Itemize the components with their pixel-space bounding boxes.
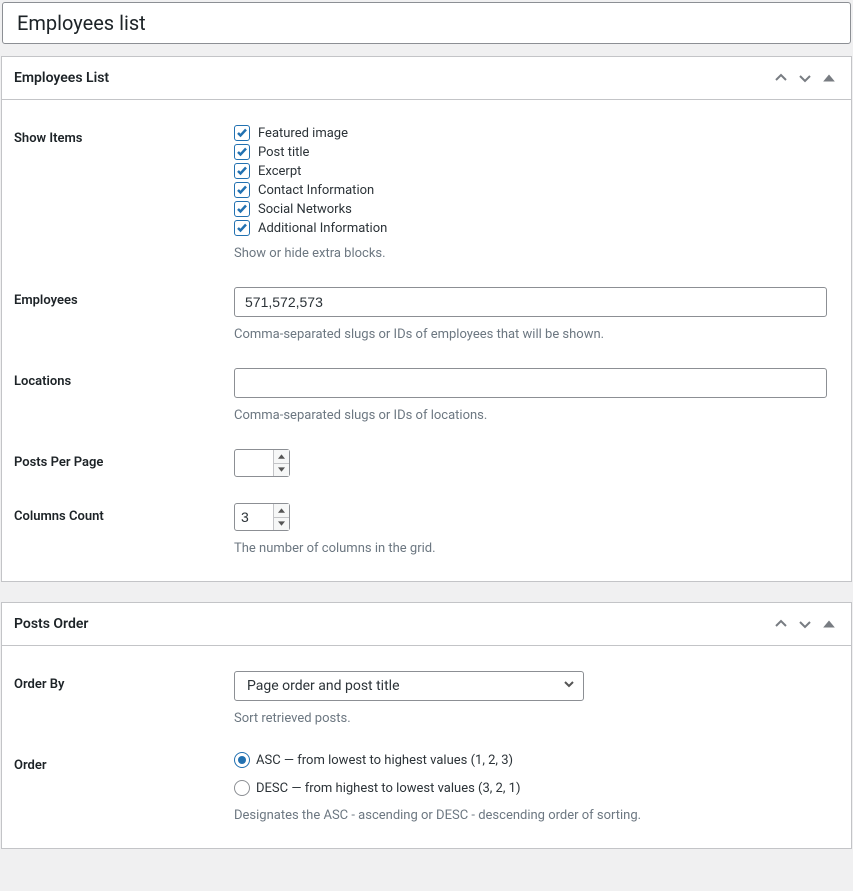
help-text: Comma-separated slugs or IDs of location… <box>234 408 827 423</box>
posts-per-page-input[interactable] <box>235 450 273 476</box>
move-up-icon[interactable] <box>771 614 791 634</box>
page-title-box[interactable]: Employees list <box>2 2 851 44</box>
order-desc-label: DESC — from highest to lowest values (3,… <box>256 781 520 796</box>
posts-per-page-stepper[interactable] <box>234 449 290 477</box>
collapse-icon[interactable] <box>819 614 839 634</box>
field-employees: Employees Comma-separated slugs or IDs o… <box>2 271 851 352</box>
employees-label: Employees <box>14 287 234 342</box>
order-desc-option[interactable]: DESC — from highest to lowest values (3,… <box>234 780 827 796</box>
checkbox-icon[interactable] <box>234 125 250 141</box>
checkbox-icon[interactable] <box>234 163 250 179</box>
step-up-button[interactable] <box>274 450 289 464</box>
help-text: Designates the ASC - ascending or DESC -… <box>234 808 827 823</box>
field-show-items: Show Items Featured image Post title <box>2 100 851 271</box>
panel-heading: Employees List <box>14 70 767 86</box>
checkbox-icon[interactable] <box>234 201 250 217</box>
locations-label: Locations <box>14 368 234 423</box>
field-columns-count: Columns Count The number of columns in t… <box>2 487 851 581</box>
employees-input[interactable] <box>234 287 827 317</box>
radio-icon[interactable] <box>234 780 250 796</box>
show-item-option[interactable]: Post title <box>234 144 827 160</box>
order-by-label: Order By <box>14 671 234 726</box>
collapse-icon[interactable] <box>819 68 839 88</box>
option-label: Excerpt <box>258 164 301 179</box>
show-item-option[interactable]: Additional Information <box>234 220 827 236</box>
show-item-option[interactable]: Social Networks <box>234 201 827 217</box>
order-asc-label: ASC — from lowest to highest values (1, … <box>256 753 513 768</box>
move-down-icon[interactable] <box>795 68 815 88</box>
page-title: Employees list <box>17 11 146 35</box>
move-down-icon[interactable] <box>795 614 815 634</box>
locations-input[interactable] <box>234 368 827 398</box>
columns-count-label: Columns Count <box>14 503 234 556</box>
option-label: Featured image <box>258 126 348 141</box>
columns-count-input[interactable] <box>235 504 273 530</box>
panel-heading: Posts Order <box>14 616 767 632</box>
order-by-value: Page order and post title <box>247 678 563 694</box>
option-label: Additional Information <box>258 221 387 236</box>
radio-icon[interactable] <box>234 752 250 768</box>
checkbox-icon[interactable] <box>234 220 250 236</box>
panel-posts-order: Posts Order Order By Page order and post… <box>1 602 852 849</box>
field-order-by: Order By Page order and post title Sort … <box>2 646 851 736</box>
field-locations: Locations Comma-separated slugs or IDs o… <box>2 352 851 433</box>
show-items-list: Featured image Post title Excerpt C <box>234 125 827 236</box>
step-up-button[interactable] <box>274 504 289 518</box>
show-item-option[interactable]: Excerpt <box>234 163 827 179</box>
step-down-button[interactable] <box>274 518 289 531</box>
show-items-label: Show Items <box>14 125 234 261</box>
option-label: Post title <box>258 145 309 160</box>
checkbox-icon[interactable] <box>234 144 250 160</box>
step-down-button[interactable] <box>274 464 289 477</box>
posts-per-page-label: Posts Per Page <box>14 449 234 477</box>
help-text: The number of columns in the grid. <box>234 541 827 556</box>
order-label: Order <box>14 752 234 823</box>
checkbox-icon[interactable] <box>234 182 250 198</box>
panel-header-posts-order[interactable]: Posts Order <box>2 603 851 646</box>
panel-employees-list: Employees List Show Items Featured image <box>1 56 852 582</box>
move-up-icon[interactable] <box>771 68 791 88</box>
order-by-select[interactable]: Page order and post title <box>234 671 584 701</box>
columns-count-stepper[interactable] <box>234 503 290 531</box>
show-item-option[interactable]: Featured image <box>234 125 827 141</box>
option-label: Social Networks <box>258 202 352 217</box>
option-label: Contact Information <box>258 183 374 198</box>
chevron-down-icon <box>563 678 575 694</box>
field-order: Order ASC — from lowest to highest value… <box>2 736 851 848</box>
order-asc-option[interactable]: ASC — from lowest to highest values (1, … <box>234 752 827 768</box>
field-posts-per-page: Posts Per Page <box>2 433 851 487</box>
help-text: Sort retrieved posts. <box>234 711 827 726</box>
help-text: Show or hide extra blocks. <box>234 246 827 261</box>
help-text: Comma-separated slugs or IDs of employee… <box>234 327 827 342</box>
panel-header-employees-list[interactable]: Employees List <box>2 57 851 100</box>
show-item-option[interactable]: Contact Information <box>234 182 827 198</box>
